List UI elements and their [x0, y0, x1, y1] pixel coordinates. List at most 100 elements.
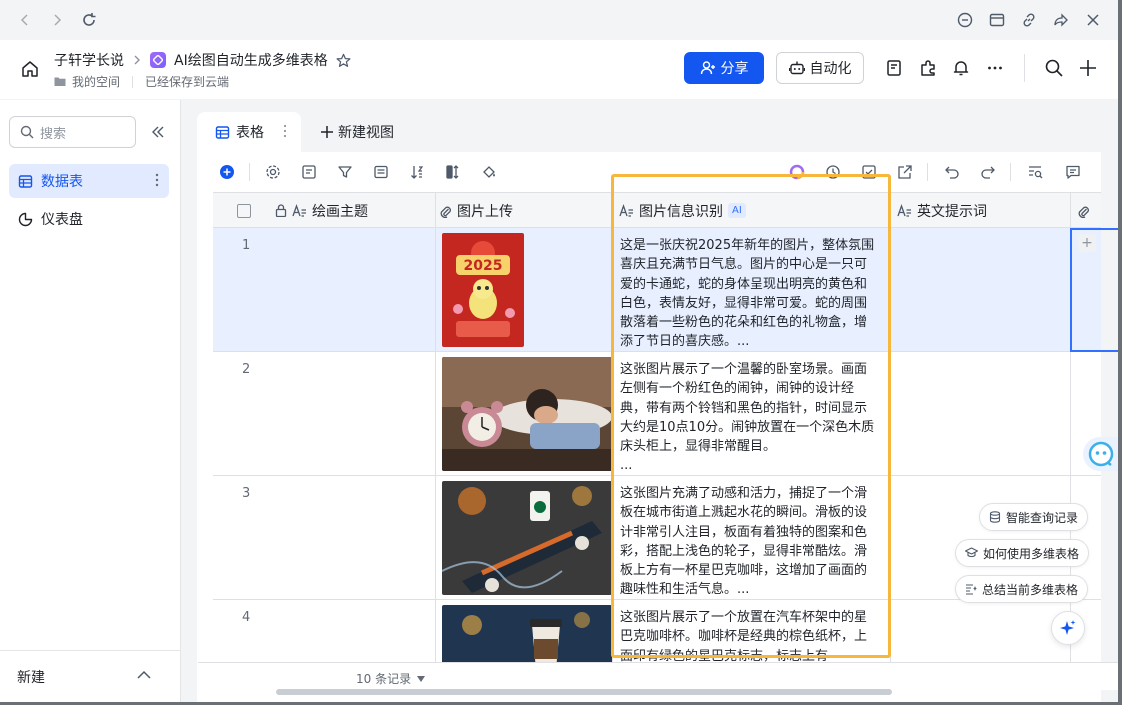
tab-grid-view[interactable]: 表格: [197, 112, 301, 152]
chat-icon[interactable]: [954, 9, 976, 31]
field-config-icon[interactable]: [299, 162, 319, 182]
fill-color-icon[interactable]: [479, 162, 499, 182]
horizontal-scrollbar[interactable]: [276, 689, 892, 695]
header-divider: [1024, 54, 1025, 82]
recognition-text[interactable]: 这是一张庆祝2025年新年的图片，整体氛围喜庆且充满节日气息。图片的中心是一只可…: [620, 236, 876, 352]
column-label: 图片信息识别: [639, 203, 723, 220]
sort-icon[interactable]: [407, 162, 427, 182]
workspace-link[interactable]: 子轩学长说: [54, 50, 124, 70]
bell-icon[interactable]: [949, 56, 973, 80]
column-label: 图片上传: [457, 203, 513, 220]
recognition-text[interactable]: 这张图片展示了一个温馨的卧室场景。画面左侧有一个粉红色的闹钟，闹钟的设计经典，带…: [620, 360, 876, 476]
attachment-icon: [439, 204, 452, 218]
divider: [132, 75, 134, 88]
table-row[interactable]: 4 这张图片展示了一个放置在汽车杯架中的星巴克咖啡杯。咖啡杯是经典的棕色纸杯，上…: [213, 600, 1101, 670]
chevron-right-icon: [132, 55, 142, 65]
attachment-icon: [1077, 204, 1090, 218]
plus-icon: [320, 125, 334, 139]
more-vertical-icon[interactable]: [155, 173, 159, 187]
search-icon: [20, 125, 34, 139]
column-header-topic[interactable]: 绘画主题: [275, 193, 368, 228]
column-header-image[interactable]: 图片上传: [439, 193, 513, 228]
text-field-icon: [619, 204, 634, 217]
doc-title[interactable]: AI绘图自动生成多维表格: [174, 50, 328, 70]
robot-icon: [788, 60, 805, 76]
table-header: 绘画主题 图片上传 图片信息识别 AI 英文提示词: [213, 192, 1101, 228]
back-icon[interactable]: [14, 9, 36, 31]
close-icon[interactable]: [1082, 9, 1104, 31]
ai-assistant-icon[interactable]: [787, 162, 807, 182]
docs-icon[interactable]: [882, 56, 906, 80]
add-icon[interactable]: [1076, 56, 1100, 80]
settings-icon[interactable]: [263, 162, 283, 182]
how-to-use-button[interactable]: 如何使用多维表格: [955, 539, 1090, 567]
sidebar-item-label: 数据表: [41, 174, 83, 190]
column-header-image-recognition[interactable]: 图片信息识别 AI: [619, 193, 746, 228]
sidebar-item-datatable[interactable]: 数据表: [9, 164, 169, 198]
summarize-label: 总结当前多维表格: [982, 582, 1079, 597]
star-icon[interactable]: [336, 53, 351, 68]
link-icon[interactable]: [1018, 9, 1040, 31]
filter-icon[interactable]: [335, 162, 355, 182]
sidebar-new-button[interactable]: 新建: [0, 650, 180, 702]
refresh-icon[interactable]: [78, 9, 100, 31]
chevron-up-icon[interactable]: [136, 667, 152, 683]
save-status: 已经保存到云端: [145, 75, 230, 89]
undo-icon[interactable]: [942, 162, 962, 182]
view-tabs: 表格 新建视图: [182, 100, 1118, 152]
record-count[interactable]: 10 条记录: [356, 670, 426, 687]
collapse-sidebar-icon[interactable]: [148, 122, 168, 142]
app-header: 子轩学长说 AI绘图自动生成多维表格 我的空间 已经保存到云端 分享 自动化: [0, 40, 1118, 99]
home-icon[interactable]: [18, 57, 42, 81]
group-icon[interactable]: [371, 162, 391, 182]
forward-icon[interactable]: [46, 9, 68, 31]
graduation-cap-icon: [965, 547, 978, 559]
thumbnail-year: 2025: [464, 258, 503, 274]
comment-icon[interactable]: [1063, 162, 1083, 182]
image-thumbnail[interactable]: [442, 481, 612, 595]
sidebar-search-input[interactable]: 搜索: [9, 116, 136, 148]
search-placeholder: 搜索: [40, 126, 67, 142]
column-label: 英文提示词: [917, 203, 987, 220]
forward-share-icon[interactable]: [1050, 9, 1072, 31]
assistant-bot-button[interactable]: [1083, 437, 1118, 471]
more-icon[interactable]: [983, 56, 1007, 80]
app-window: 子轩学长说 AI绘图自动生成多维表格 我的空间 已经保存到云端 分享 自动化 搜…: [0, 0, 1118, 702]
image-thumbnail[interactable]: [442, 605, 612, 670]
ai-sparkle-button[interactable]: [1051, 611, 1085, 645]
redo-icon[interactable]: [978, 162, 998, 182]
row-height-icon[interactable]: [443, 162, 463, 182]
add-record-icon[interactable]: [217, 162, 237, 182]
search-icon[interactable]: [1042, 56, 1066, 80]
history-icon[interactable]: [823, 162, 843, 182]
new-view-button[interactable]: 新建视图: [320, 122, 394, 142]
checklist-icon[interactable]: [859, 162, 879, 182]
grid-view-icon: [215, 125, 230, 140]
image-thumbnail[interactable]: 2025: [442, 233, 524, 347]
image-thumbnail[interactable]: [442, 357, 612, 471]
column-header-attachment-partial[interactable]: [1077, 193, 1090, 228]
add-attachment-icon[interactable]: +: [1078, 234, 1096, 252]
plugin-icon[interactable]: [916, 56, 940, 80]
database-icon: [989, 511, 1001, 523]
find-icon[interactable]: [1025, 162, 1045, 182]
column-divider: [612, 192, 613, 662]
table-row[interactable]: 2 这张图片展示了一个温馨的卧室场景。画面左侧有一个粉红色的闹钟，闹钟的设计经典…: [213, 352, 1101, 476]
window-icon[interactable]: [986, 9, 1008, 31]
column-divider: [435, 192, 436, 662]
recognition-text[interactable]: 这张图片充满了动感和活力，捕捉了一个滑板在城市街道上溅起水花的瞬间。滑板的设计非…: [620, 484, 876, 600]
table-row[interactable]: 1 2025 这是一张庆祝2025年新年的图片，整体氛围喜庆且充满节日气息。图片…: [213, 228, 1101, 352]
grid-panel: 绘画主题 图片上传 图片信息识别 AI 英文提示词 1 2025 这是一张庆祝2…: [197, 152, 1101, 702]
summarize-button[interactable]: 总结当前多维表格: [955, 575, 1089, 603]
share-button[interactable]: 分享: [684, 52, 764, 84]
export-icon[interactable]: [895, 162, 915, 182]
smart-query-label: 智能查询记录: [1006, 510, 1079, 525]
sidebar-item-dashboard[interactable]: 仪表盘: [9, 202, 169, 236]
recognition-text[interactable]: 这张图片展示了一个放置在汽车杯架中的星巴克咖啡杯。咖啡杯是经典的棕色纸杯，上面印…: [620, 608, 876, 670]
smart-query-button[interactable]: 智能查询记录: [979, 503, 1089, 531]
more-vertical-icon[interactable]: [283, 124, 287, 138]
select-all-checkbox[interactable]: [237, 193, 251, 228]
column-header-english-prompt[interactable]: 英文提示词: [897, 193, 987, 228]
automation-button[interactable]: 自动化: [776, 52, 864, 84]
location-label[interactable]: 我的空间: [72, 73, 120, 90]
